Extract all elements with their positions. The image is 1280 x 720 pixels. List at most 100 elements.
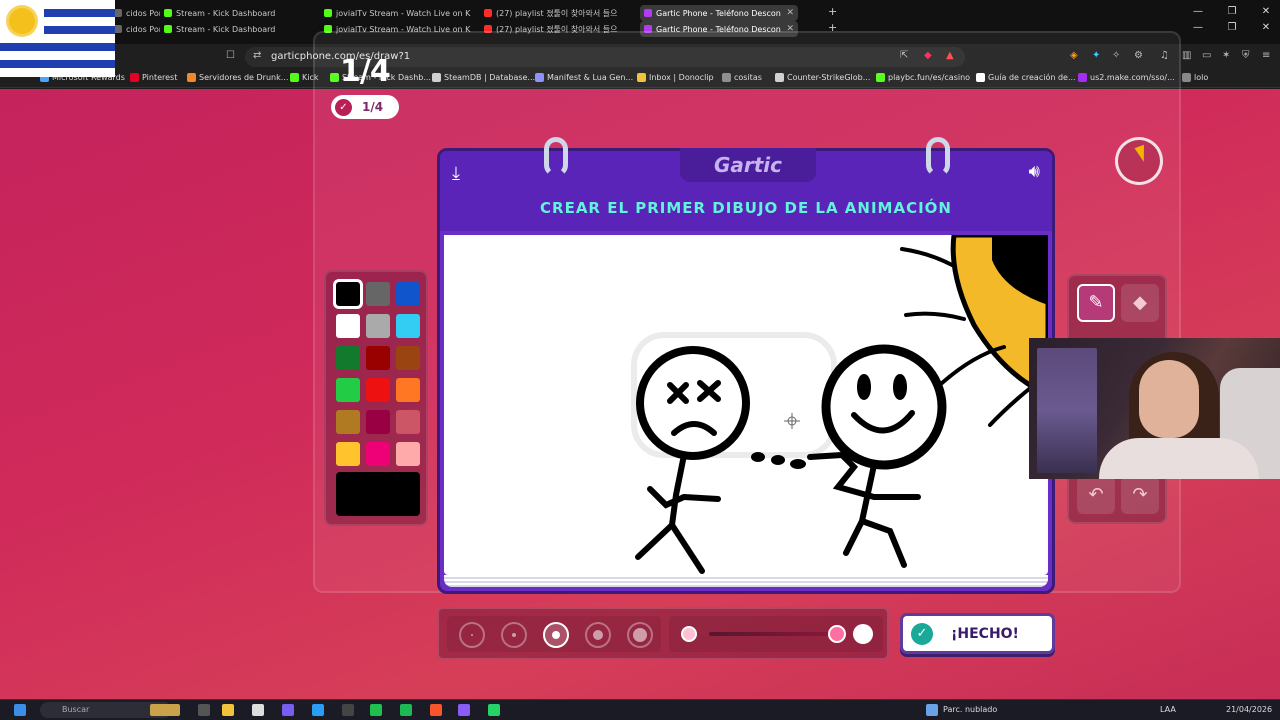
color-swatch[interactable] [396, 314, 420, 338]
sound-icon[interactable]: 🔊︎ [1029, 161, 1040, 182]
binder-ring [926, 137, 950, 177]
kick-favicon-icon [324, 9, 332, 17]
opacity-track[interactable] [709, 632, 837, 636]
color-swatch[interactable] [396, 442, 420, 466]
done-button[interactable]: ✓ ¡HECHO! [900, 613, 1055, 654]
color-swatch[interactable] [336, 378, 360, 402]
app-icon[interactable] [252, 704, 264, 716]
color-swatch[interactable] [396, 410, 420, 434]
restore-icon[interactable]: ❐ [1224, 6, 1240, 17]
color-swatch[interactable] [366, 314, 390, 338]
round-badge: ✓ 1/4 [331, 95, 399, 119]
color-swatch[interactable] [366, 378, 390, 402]
widget-icon[interactable] [150, 704, 180, 716]
ai-icon[interactable]: ✶ [1222, 50, 1230, 61]
whatsapp-icon[interactable] [488, 704, 500, 716]
bookmark-item[interactable]: Pinterest [130, 73, 177, 82]
color-swatch[interactable] [336, 346, 360, 370]
wallet-icon[interactable]: ▭ [1202, 50, 1211, 61]
vpn-icon[interactable]: ⛨ [1242, 50, 1250, 61]
menu-icon[interactable]: ≡ [1262, 50, 1270, 61]
site-info-icon[interactable]: ⇄ [253, 50, 261, 61]
discord-icon[interactable] [282, 704, 294, 716]
browser-tab[interactable]: (27) playlist 졌툴이 찾아와서 들으 [480, 5, 640, 21]
color-swatch[interactable] [336, 442, 360, 466]
full-opacity-icon [853, 624, 873, 644]
weather-text: Parc. nublado [943, 705, 998, 714]
color-swatch[interactable] [333, 279, 363, 309]
webcam-overlay [1029, 338, 1280, 479]
close-icon[interactable]: ✕ [1258, 6, 1274, 17]
close-icon[interactable]: ✕ [1258, 22, 1274, 33]
browser-tab[interactable]: Stream - Kick Dashboard [160, 21, 320, 37]
close-tab-icon[interactable]: ✕ [786, 8, 794, 18]
color-swatch[interactable] [396, 378, 420, 402]
windows-start-icon[interactable] [14, 704, 26, 716]
browser-tab[interactable]: cidos Por S [110, 5, 160, 21]
brush-size-selector [447, 616, 661, 652]
kick-favicon-icon [164, 9, 172, 17]
minimize-icon[interactable]: — [1190, 22, 1206, 33]
bookmark-label: Pinterest [142, 73, 178, 82]
pencil-tool-icon[interactable]: ✎ [1077, 284, 1115, 322]
task-title: CREAR EL PRIMER DIBUJO DE LA ANIMACIÓN [540, 199, 952, 217]
color-swatch[interactable] [336, 314, 360, 338]
drawing-canvas[interactable] [444, 235, 1048, 575]
check-icon: ✓ [335, 98, 352, 116]
browser-tab[interactable]: Stream - Kick Dashboard [160, 5, 320, 21]
brush-size-option[interactable] [459, 622, 485, 648]
tab-label: Gartic Phone - Teléfono Descon [656, 8, 781, 18]
undo-icon[interactable]: ↶ [1077, 476, 1115, 514]
blank-favicon-icon [114, 25, 122, 33]
color-swatch[interactable] [336, 410, 360, 434]
app-icon[interactable] [312, 704, 324, 716]
eraser-tool-icon[interactable]: ◆ [1121, 284, 1159, 322]
spotify-icon[interactable] [400, 704, 412, 716]
brave-icon[interactable] [430, 704, 442, 716]
color-swatch[interactable] [366, 410, 390, 434]
minimize-icon[interactable]: — [1190, 6, 1206, 17]
bookmark-item[interactable]: Servidores de Drunk... [187, 73, 288, 82]
bookmark-item[interactable]: lolo [1182, 73, 1208, 82]
color-swatch[interactable] [396, 282, 420, 306]
restore-icon[interactable]: ❐ [1224, 22, 1240, 33]
opacity-slider[interactable] [669, 616, 883, 652]
date-text: 21/04/2026 [1226, 705, 1273, 714]
language-indicator[interactable]: LAA [1160, 705, 1176, 714]
taskview-icon[interactable] [198, 704, 210, 716]
new-tab-button[interactable]: + [828, 5, 837, 18]
window-controls: — ❐ ✕ — ❐ ✕ [1170, 0, 1280, 44]
kick-favicon-icon [164, 25, 172, 33]
streamer-face [1139, 360, 1199, 438]
check-icon: ✓ [911, 622, 933, 645]
drawing [631, 235, 1048, 574]
redo-icon[interactable]: ↷ [1121, 476, 1159, 514]
brush-size-option[interactable] [543, 622, 569, 648]
app-icon[interactable] [458, 704, 470, 716]
brush-size-option[interactable] [627, 622, 653, 648]
bookmark-icon[interactable]: ☐ [226, 50, 235, 61]
color-swatch[interactable] [366, 442, 390, 466]
bookmark-label: lolo [1194, 73, 1209, 82]
bookmark-favicon-icon [187, 73, 196, 82]
tab-label: cidos Por S [126, 24, 160, 34]
round-counter: 1/4 [340, 54, 391, 89]
sidebar-icon[interactable]: ▥ [1182, 50, 1191, 61]
color-swatch[interactable] [366, 346, 390, 370]
browser-tab[interactable]: cidos Por S [110, 21, 160, 37]
tab-label: jovialTv Stream - Watch Live on K [336, 8, 471, 18]
explorer-icon[interactable] [222, 704, 234, 716]
download-icon[interactable]: ⤓ [452, 163, 460, 184]
opacity-thumb[interactable] [828, 625, 846, 643]
yt-favicon-icon [484, 9, 492, 17]
brush-size-option[interactable] [585, 622, 611, 648]
color-swatch[interactable] [396, 346, 420, 370]
app-icon[interactable] [342, 704, 354, 716]
browser-tab[interactable]: jovialTv Stream - Watch Live on K [320, 5, 480, 21]
brush-size-option[interactable] [501, 622, 527, 648]
round-badge-label: 1/4 [362, 100, 384, 114]
brush-controls [437, 607, 889, 660]
browser-tab[interactable]: Gartic Phone - Teléfono Descon ✕ [640, 5, 798, 21]
app-icon[interactable] [370, 704, 382, 716]
color-swatch[interactable] [366, 282, 390, 306]
